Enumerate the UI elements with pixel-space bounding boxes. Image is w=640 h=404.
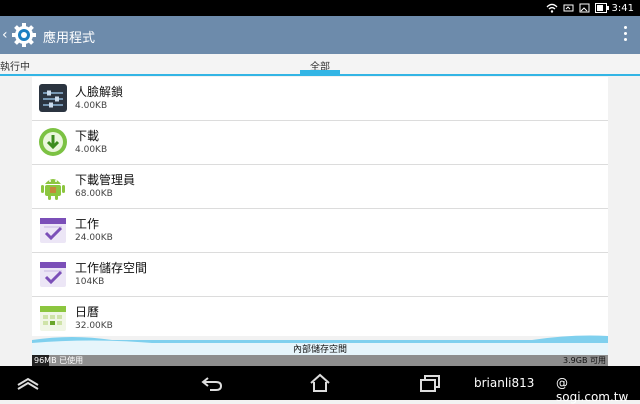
page-title: 應用程式 — [43, 31, 96, 46]
list-item[interactable]: 人臉解鎖 4.00KB — [32, 77, 608, 121]
app-size: 4.00KB — [75, 101, 108, 111]
app-size: 32.00KB — [75, 321, 113, 331]
calendar-icon — [40, 306, 66, 331]
list-item[interactable]: 工作儲存空間 104KB — [32, 253, 608, 297]
overflow-menu-icon[interactable] — [622, 26, 628, 44]
app-name: 人臉解鎖 — [75, 85, 124, 99]
navigation-bar: brianli813 @ sogi.com.tw — [0, 366, 640, 404]
tab-selected-indicator — [300, 70, 340, 74]
tab-bar: 執行中 全部 — [0, 54, 640, 76]
battery-icon — [594, 3, 609, 13]
signal-icon — [563, 4, 574, 12]
recent-apps-icon[interactable] — [418, 373, 442, 393]
app-size: 68.00KB — [75, 189, 113, 199]
tab-running[interactable]: 執行中 — [0, 58, 30, 73]
app-name: 工作 — [75, 217, 100, 231]
back-chevron-icon[interactable]: ‹ — [2, 26, 8, 44]
face-unlock-icon — [39, 84, 67, 112]
storage-used-text: 96MB 已使用 — [34, 356, 84, 365]
tasks-icon — [40, 218, 66, 243]
tasks-icon — [40, 262, 66, 287]
status-bar: 3:41 — [0, 0, 640, 16]
wifi-icon — [546, 3, 557, 13]
back-icon[interactable] — [200, 373, 224, 393]
watermark-user: brianli813 — [474, 376, 535, 390]
list-item[interactable]: 下載 4.00KB — [32, 121, 608, 165]
app-name: 工作儲存空間 — [75, 261, 148, 275]
clock: 3:41 — [611, 2, 634, 14]
action-bar: ‹ 應用程式 — [0, 16, 640, 54]
image-icon — [579, 3, 590, 13]
recents-up-icon[interactable] — [16, 373, 40, 393]
home-icon[interactable] — [308, 373, 332, 393]
list-item[interactable]: 工作 24.00KB — [32, 209, 608, 253]
app-list[interactable]: 人臉解鎖 4.00KB 下載 4.00KB 下載管理員 68.00KB 工作 2… — [32, 77, 608, 341]
storage-free-text: 3.9GB 可用 — [563, 356, 606, 365]
download-icon — [39, 128, 67, 156]
app-size: 104KB — [75, 277, 105, 287]
list-item[interactable]: 下載管理員 68.00KB — [32, 165, 608, 209]
app-name: 下載管理員 — [75, 173, 136, 187]
app-name: 下載 — [75, 129, 100, 143]
app-size: 4.00KB — [75, 145, 108, 155]
storage-label: 內部儲存空間 — [292, 345, 347, 355]
status-icons: 3:41 — [546, 0, 634, 16]
storage-bar: 96MB 已使用 3.9GB 可用 — [32, 355, 608, 366]
app-name: 日曆 — [75, 305, 100, 319]
android-icon — [41, 179, 65, 200]
settings-gear-icon[interactable] — [11, 22, 37, 48]
app-size: 24.00KB — [75, 233, 113, 243]
